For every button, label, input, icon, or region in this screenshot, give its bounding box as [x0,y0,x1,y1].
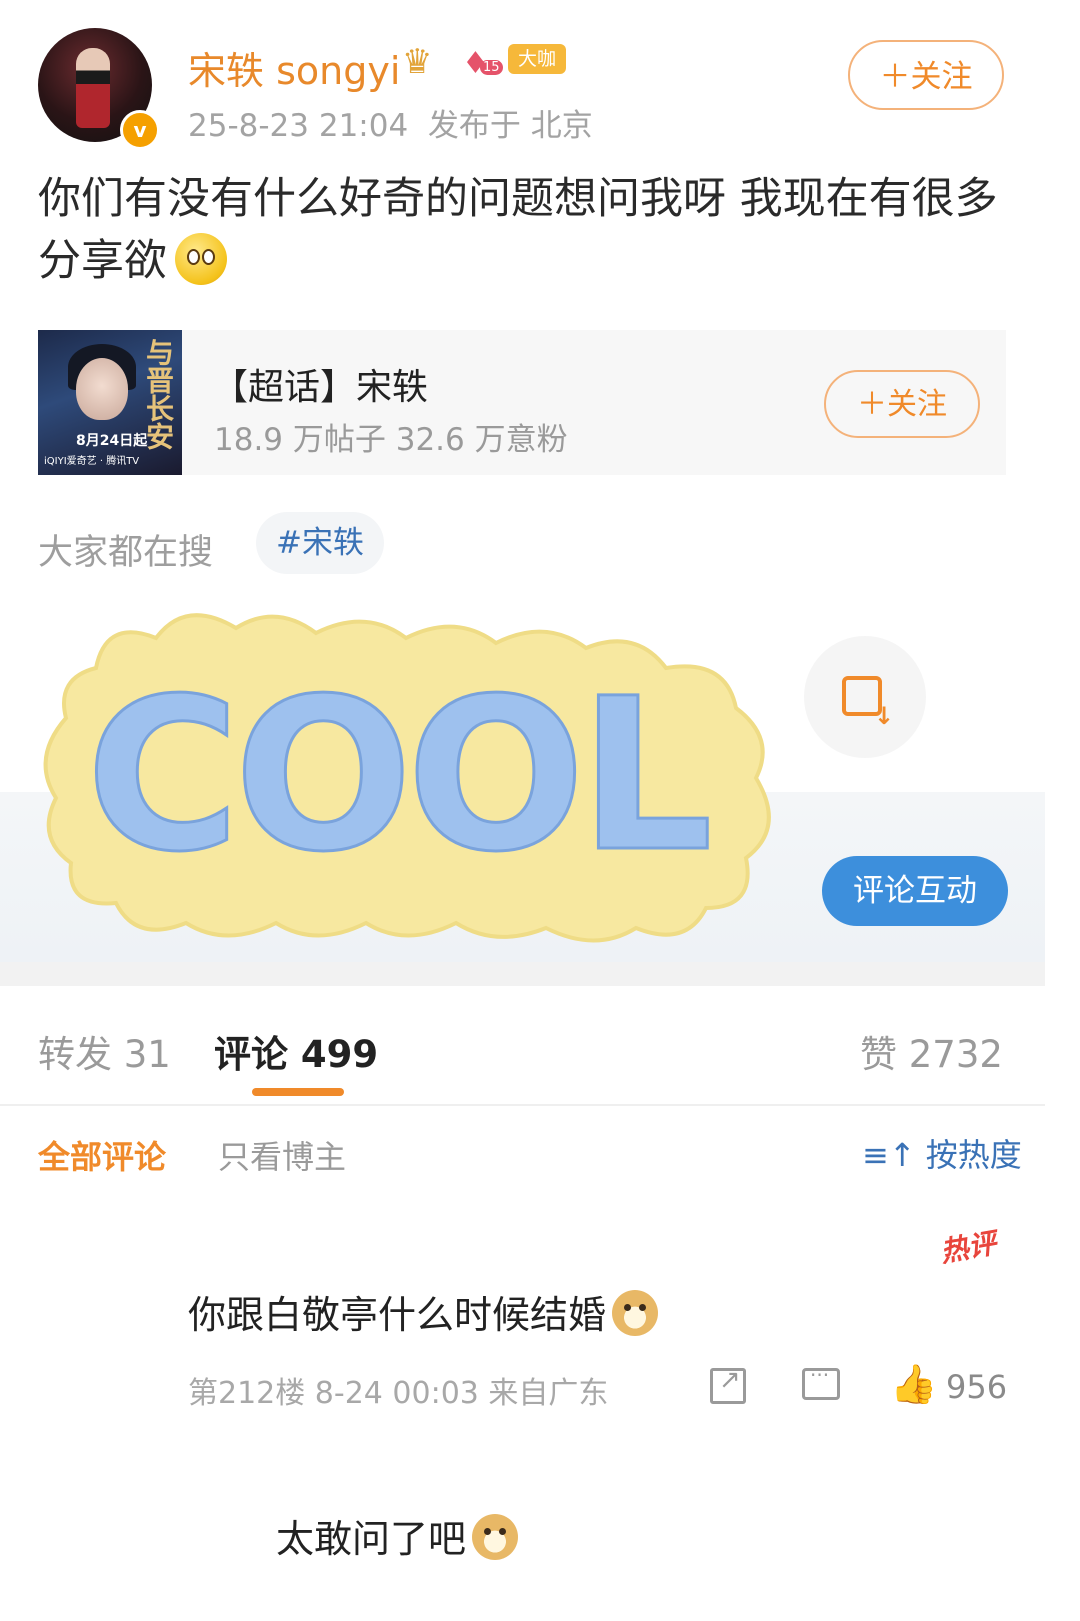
download-arrow-icon: ↓ [874,702,895,730]
topic-poster-image: 与晋长安 8月24日起 iQIYI爱奇艺 · 腾讯TV [38,330,182,475]
post-text: 你们有没有什么好奇的问题想问我呀 我现在有很多分享欲 [38,168,1028,292]
like-icon[interactable]: 👍 [890,1362,937,1407]
doge-emoji-icon [612,1290,659,1336]
poster-brand: iQIYI爱奇艺 · 腾讯TV [44,456,140,467]
topic-stats: 18.9 万帖子 32.6 万意粉 [214,422,568,458]
gem-level: 15 [480,60,503,75]
trending-search-label: 大家都在搜 [38,533,214,573]
tab-repost[interactable]: 转发 31 [38,1024,171,1078]
active-tab-indicator [252,1088,344,1096]
cool-sticker: COOL [43,613,771,943]
sort-by-heat[interactable]: ≡↑ 按热度 [862,1130,1022,1176]
crown-icon: ♛ [402,42,433,82]
comment-meta: 第212楼 8-24 00:03 来自广东 [188,1376,609,1411]
thinking-emoji-icon [175,233,227,285]
follow-button[interactable]: ＋关注 [848,40,1004,110]
share-icon[interactable] [710,1365,746,1404]
daka-badge: 大咖 [508,44,567,74]
comment-interact-button[interactable]: 评论互动 [822,856,1008,926]
filter-all-comments[interactable]: 全部评论 [38,1132,166,1178]
hot-comment-badge: 热评 [937,1226,999,1269]
reply-text: 太敢问了吧 [276,1508,519,1563]
poster-date: 8月24日起 [76,433,148,449]
username[interactable]: 宋轶 songyi [188,40,400,95]
reply-text-content: 太敢问了吧 [276,1517,467,1561]
sort-icon: ≡↑ [862,1136,926,1174]
sticker-text: COOL [86,653,708,898]
comment-text: 你跟白敬亭什么时候结婚 [188,1284,659,1339]
reply-icon[interactable] [802,1363,840,1400]
post-meta: 25-8-23 21:04 发布于 北京 [188,100,593,145]
post-location: 发布于 北京 [427,108,593,144]
gem-level-icon: ♦ 15 [462,46,503,81]
add-image-button[interactable]: ↓ [804,636,926,758]
topic-follow-button[interactable]: ＋关注 [824,370,980,438]
section-divider [0,962,1045,986]
comment-text-content: 你跟白敬亭什么时候结婚 [188,1293,607,1337]
tabs-divider [0,1104,1045,1106]
tab-like[interactable]: 赞 2732 [860,1024,1003,1078]
doge-emoji-icon [472,1514,519,1560]
verified-badge-icon: v [120,110,160,150]
filter-op-only[interactable]: 只看博主 [218,1132,346,1178]
hashtag-pill[interactable]: #宋轶 [256,512,384,574]
topic-title: 【超话】宋轶 [212,367,429,408]
sort-label: 按热度 [925,1136,1022,1174]
comment-like-count: 956 [946,1368,1008,1406]
post-time: 25-8-23 21:04 [188,108,409,144]
tab-comment[interactable]: 评论 499 [214,1024,378,1078]
